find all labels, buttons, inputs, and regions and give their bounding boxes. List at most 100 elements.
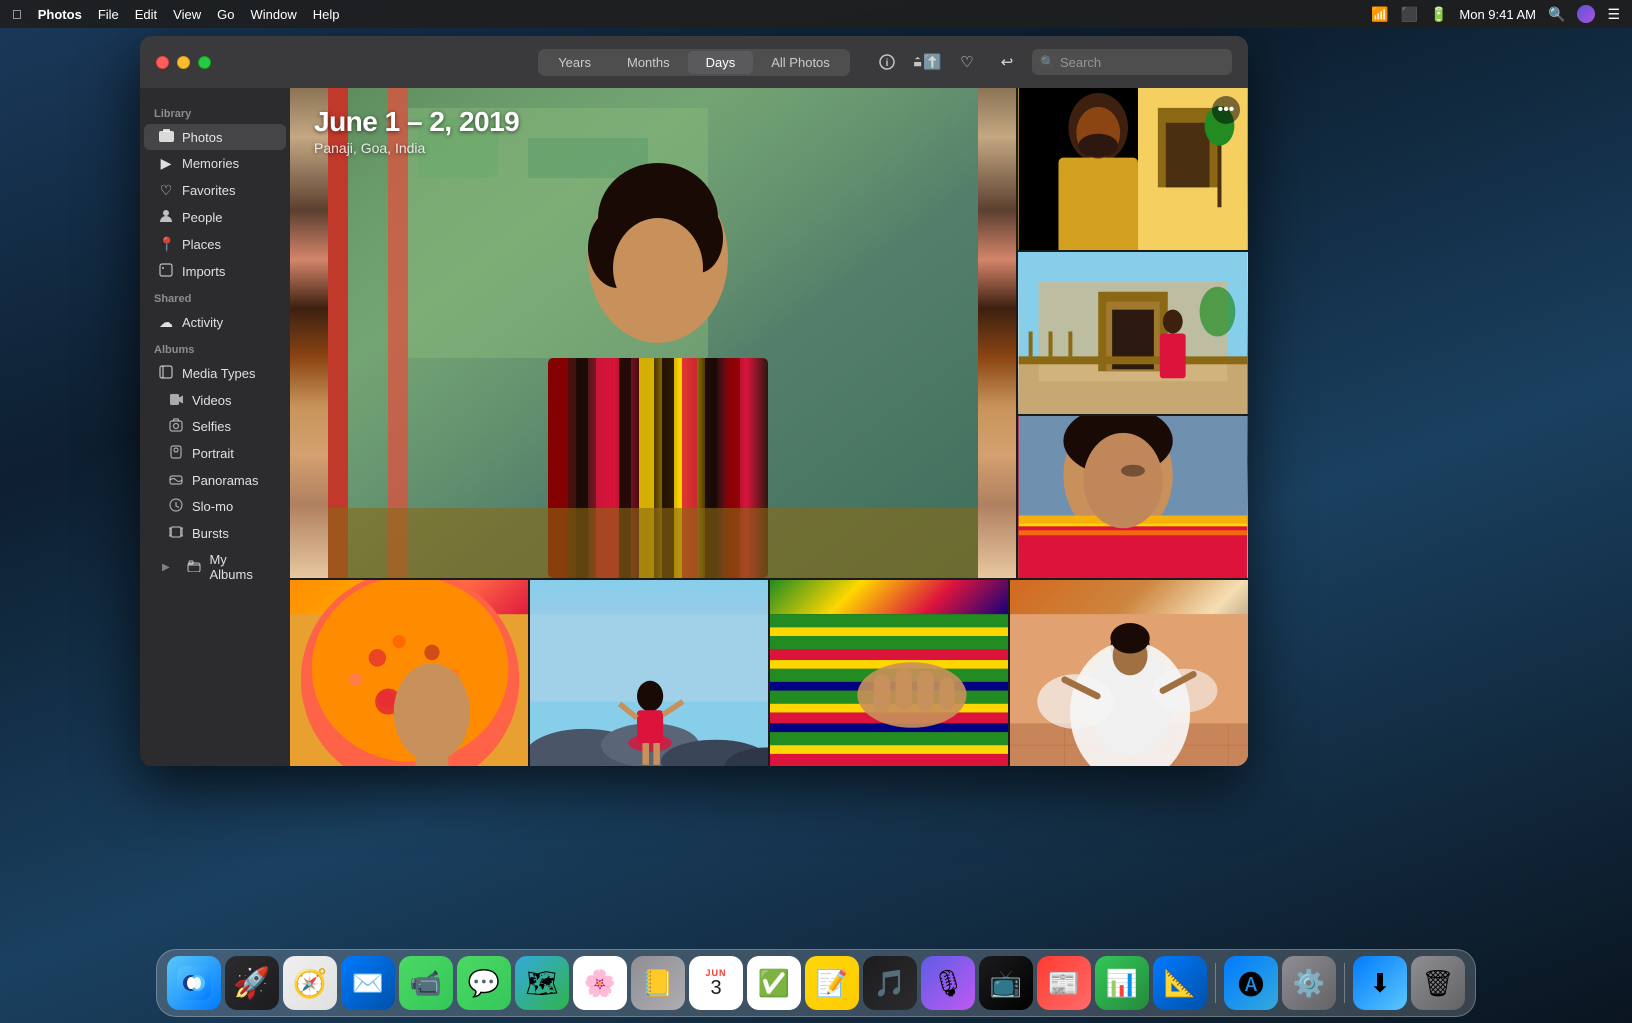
dock-item-systemprefs[interactable]: ⚙️	[1282, 956, 1336, 1010]
dock-item-facetime[interactable]: 📹	[399, 956, 453, 1010]
window-menu[interactable]: Window	[250, 7, 296, 22]
sidebar-portrait-label: Portrait	[192, 446, 234, 461]
edit-menu[interactable]: Edit	[135, 7, 157, 22]
apple-menu[interactable]: 	[12, 7, 22, 22]
photos-window: Years Months Days All Photos i	[140, 36, 1248, 766]
tab-days[interactable]: Days	[688, 51, 754, 74]
sidebar-panoramas-label: Panoramas	[192, 473, 258, 488]
dock-item-calendar[interactable]: JUN 3	[689, 956, 743, 1010]
sidebar-item-photos[interactable]: Photos	[144, 124, 286, 150]
dock-item-apple-tv[interactable]: 📺	[979, 956, 1033, 1010]
sidebar-item-people[interactable]: People	[144, 204, 286, 231]
sidebar-item-activity[interactable]: ☁ Activity	[144, 309, 286, 336]
close-button[interactable]	[156, 56, 169, 69]
photo-arch[interactable]	[1018, 252, 1248, 414]
sidebar-videos-label: Videos	[192, 393, 232, 408]
dock-item-safari[interactable]: 🧭	[283, 956, 337, 1010]
date-header: June 1 – 2, 2019 Panaji, Goa, India	[314, 106, 519, 156]
sidebar-item-videos[interactable]: Videos	[144, 387, 286, 413]
sidebar-item-favorites[interactable]: ♡ Favorites	[144, 177, 286, 204]
dock-item-downloads[interactable]: ⬇	[1353, 956, 1407, 1010]
sidebar-item-slo-mo[interactable]: Slo-mo	[144, 493, 286, 520]
more-button[interactable]: •••	[1212, 96, 1240, 124]
photo-dancer-inner	[1010, 580, 1248, 766]
sidebar-item-portrait[interactable]: Portrait	[144, 440, 286, 467]
sidebar-item-places[interactable]: 📍 Places	[144, 231, 286, 258]
titlebar-right: i ⬆️ ♡ ↩ 🔍 Search	[872, 47, 1232, 77]
main-content: Library Photos ▶ Memories ♡	[140, 88, 1248, 766]
main-photo[interactable]	[290, 88, 1016, 578]
dock-item-news[interactable]: 📰	[1037, 956, 1091, 1010]
photo-arch-inner	[1018, 252, 1248, 414]
photos-icon	[158, 129, 174, 145]
dock-item-keynote[interactable]: 📐	[1153, 956, 1207, 1010]
app-name-menu[interactable]: Photos	[38, 7, 82, 22]
view-menu[interactable]: View	[173, 7, 201, 22]
dock-item-notes[interactable]: 📝	[805, 956, 859, 1010]
sidebar-imports-label: Imports	[182, 264, 225, 279]
share-button[interactable]: ⬆️	[912, 47, 942, 77]
svg-text:i: i	[886, 58, 889, 69]
info-button[interactable]: i	[872, 47, 902, 77]
dock-item-numbers[interactable]: 📊	[1095, 956, 1149, 1010]
sidebar-item-media-types[interactable]: Media Types	[144, 360, 286, 387]
sidebar-item-bursts[interactable]: Bursts	[144, 520, 286, 547]
sidebar-item-my-albums[interactable]: ▶ My Albums	[144, 547, 286, 587]
go-menu[interactable]: Go	[217, 7, 234, 22]
photo-textile[interactable]	[770, 580, 1008, 766]
battery-icon: 🔋	[1430, 6, 1447, 23]
dock-item-maps[interactable]: 🗺	[515, 956, 569, 1010]
dock-item-appstore[interactable]: 🅐	[1224, 956, 1278, 1010]
search-icon[interactable]: 🔍	[1548, 6, 1565, 23]
my-albums-icon	[186, 559, 202, 575]
minimize-button[interactable]	[177, 56, 190, 69]
sidebar-selfies-label: Selfies	[192, 419, 231, 434]
heart-button[interactable]: ♡	[952, 47, 982, 77]
photo-dancer[interactable]	[1010, 580, 1248, 766]
sidebar-item-imports[interactable]: Imports	[144, 258, 286, 285]
portrait-icon	[168, 445, 184, 462]
help-menu[interactable]: Help	[313, 7, 340, 22]
memories-icon: ▶	[158, 155, 174, 172]
wifi-icon: 📶	[1371, 6, 1388, 23]
photo-grid: June 1 – 2, 2019 Panaji, Goa, India	[290, 88, 1248, 766]
sidebar-item-selfies[interactable]: Selfies	[144, 413, 286, 440]
search-placeholder: Search	[1060, 55, 1101, 70]
menubar-time: Mon 9:41 AM	[1459, 7, 1536, 22]
photo-man-yellow[interactable]: •••	[1018, 88, 1248, 250]
slo-mo-icon	[168, 498, 184, 515]
traffic-lights	[156, 56, 211, 69]
albums-section-label: Albums	[140, 336, 290, 360]
date-location: Panaji, Goa, India	[314, 140, 519, 156]
titlebar: Years Months Days All Photos i	[140, 36, 1248, 88]
menubar-left:  Photos File Edit View Go Window Help	[12, 7, 339, 22]
search-bar[interactable]: 🔍 Search	[1032, 49, 1232, 75]
photo-headscarf[interactable]	[290, 580, 528, 766]
dock-item-photos[interactable]: 🌸	[573, 956, 627, 1010]
dock-item-mail[interactable]: ✉️	[341, 956, 395, 1010]
dock-item-launchpad[interactable]: 🚀	[225, 956, 279, 1010]
dock-item-finder[interactable]	[167, 956, 221, 1010]
maximize-button[interactable]	[198, 56, 211, 69]
sidebar-activity-label: Activity	[182, 315, 223, 330]
shared-section-label: Shared	[140, 285, 290, 309]
dock-item-trash[interactable]: 🗑	[1411, 956, 1465, 1010]
dock-item-podcasts[interactable]: 🎙	[921, 956, 975, 1010]
rotate-button[interactable]: ↩	[992, 47, 1022, 77]
tab-all-photos[interactable]: All Photos	[753, 51, 848, 74]
sidebar-item-panoramas[interactable]: Panoramas	[144, 467, 286, 493]
photo-sari-closeup[interactable]	[1018, 416, 1248, 578]
file-menu[interactable]: File	[98, 7, 119, 22]
photo-girl-rocks-inner	[530, 580, 768, 766]
tab-months[interactable]: Months	[609, 51, 688, 74]
dock-item-contacts[interactable]: 📒	[631, 956, 685, 1010]
dock-item-reminders[interactable]: ✅	[747, 956, 801, 1010]
dock-item-messages[interactable]: 💬	[457, 956, 511, 1010]
menu-icon[interactable]: ☰	[1607, 6, 1620, 23]
bottom-photos	[290, 580, 1248, 766]
user-avatar[interactable]	[1577, 5, 1595, 23]
sidebar-item-memories[interactable]: ▶ Memories	[144, 150, 286, 177]
dock-item-music[interactable]: 🎵	[863, 956, 917, 1010]
photo-girl-rocks[interactable]	[530, 580, 768, 766]
tab-years[interactable]: Years	[540, 51, 609, 74]
